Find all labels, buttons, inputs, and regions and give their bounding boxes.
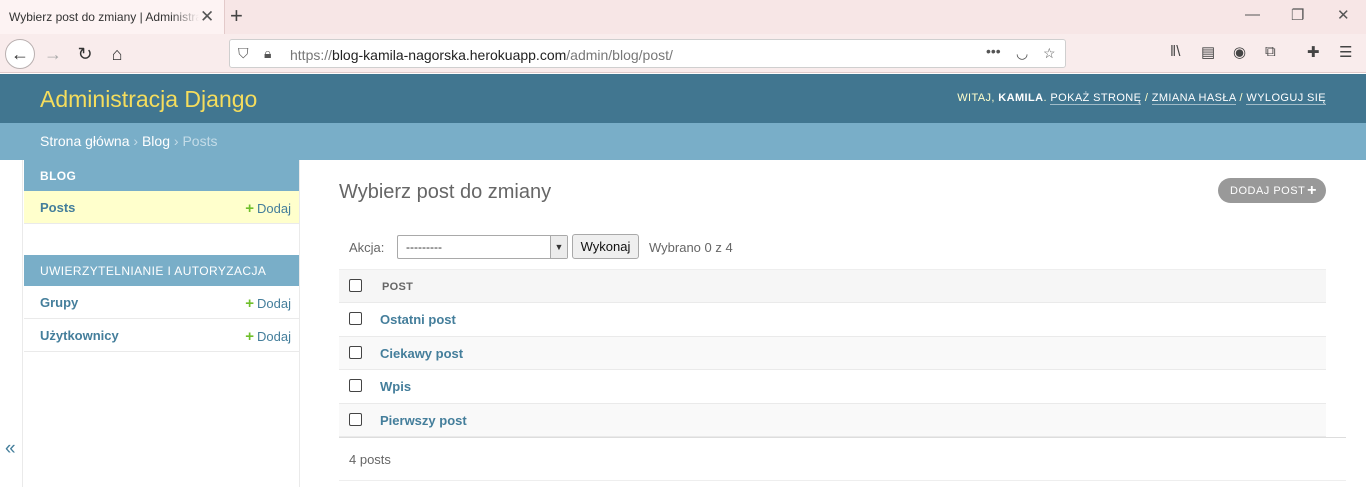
- post-link[interactable]: Pierwszy post: [380, 413, 467, 428]
- site-branding[interactable]: Administracja Django: [40, 86, 257, 113]
- table-header: Post: [339, 269, 1326, 303]
- back-icon[interactable]: ←: [5, 39, 35, 69]
- select-all-checkbox[interactable]: [349, 279, 362, 292]
- row-checkbox[interactable]: [349, 379, 362, 392]
- site-header: Administracja Django Witaj, Kamila. Poka…: [0, 74, 1366, 123]
- chevron-down-icon[interactable]: ▼: [550, 236, 567, 258]
- pocket-icon[interactable]: ◡: [1016, 45, 1028, 62]
- url-text[interactable]: https://blog-kamila-nagorska.herokuapp.c…: [290, 47, 673, 63]
- breadcrumb-home[interactable]: Strona główna: [40, 133, 130, 149]
- sidebar-icon[interactable]: ▤: [1201, 43, 1215, 61]
- sidebar-item-posts[interactable]: Posts + Dodaj: [24, 191, 299, 224]
- nav-sidebar: Blog Posts + Dodaj Uwierzytelnianie i aut…: [23, 160, 300, 487]
- new-tab-icon[interactable]: +: [230, 4, 243, 28]
- welcome-text: Witaj,: [957, 92, 999, 104]
- breadcrumb-current: Posts: [182, 133, 218, 149]
- page-actions-icon[interactable]: •••: [986, 43, 1001, 59]
- forward-icon[interactable]: →: [38, 39, 68, 69]
- logout-link[interactable]: Wyloguj się: [1246, 92, 1326, 105]
- sidebar-item-label[interactable]: Użytkownicy: [40, 328, 119, 343]
- table-row: Pierwszy post: [339, 403, 1326, 437]
- breadcrumb-app[interactable]: Blog: [142, 133, 170, 149]
- collapse-sidebar-icon[interactable]: «: [5, 438, 16, 460]
- table-row: Ciekawy post: [339, 336, 1326, 370]
- plus-icon: +: [245, 200, 255, 217]
- page-title: Wybierz post do zmiany: [339, 181, 552, 203]
- close-window-icon[interactable]: ✕: [1337, 6, 1350, 24]
- row-checkbox[interactable]: [349, 345, 362, 359]
- extensions-icon[interactable]: ✚: [1307, 43, 1320, 61]
- action-label: Akcja:: [349, 240, 385, 255]
- run-action-button[interactable]: Wykonaj: [572, 234, 639, 259]
- selection-counter: Wybrano 0 z 4: [649, 240, 733, 255]
- change-password-link[interactable]: Zmiana hasła: [1151, 92, 1237, 105]
- table-row: Ostatni post: [339, 303, 1326, 337]
- plus-icon: +: [245, 295, 255, 312]
- library-icon[interactable]: ‖\: [1170, 43, 1180, 60]
- plus-icon: +: [1307, 182, 1317, 199]
- screenshot-icon[interactable]: ⧉: [1265, 43, 1276, 60]
- browser-tab-bar: Wybierz post do zmiany | Administracja D…: [0, 0, 1366, 34]
- sidebar-item-label[interactable]: Posts: [40, 200, 75, 215]
- menu-icon[interactable]: ☰: [1339, 43, 1352, 61]
- sidebar-item-label[interactable]: Grupy: [40, 295, 78, 310]
- actions-bar: Akcja: --------- ▼ Wykonaj Wybrano 0 z 4: [339, 233, 1326, 260]
- module-caption-blog[interactable]: Blog: [24, 160, 299, 191]
- account-icon[interactable]: ◉: [1233, 43, 1246, 61]
- sidebar-toggle[interactable]: «: [0, 160, 23, 487]
- module-caption-auth[interactable]: Uwierzytelnianie i autoryzacja: [24, 255, 299, 286]
- breadcrumb: Strona główna › Blog › Posts: [0, 123, 1366, 160]
- paginator: 4 posts: [339, 437, 1346, 481]
- row-checkbox[interactable]: [349, 412, 362, 426]
- add-post-link[interactable]: + Dodaj: [245, 200, 291, 217]
- table-row: Wpis: [339, 370, 1326, 404]
- minimize-icon[interactable]: —: [1245, 6, 1260, 23]
- url-bar[interactable]: ⛉ 🔒︎ https://blog-kamila-nagorska.heroku…: [229, 39, 1066, 68]
- lock-icon[interactable]: 🔒︎: [264, 45, 271, 62]
- action-select[interactable]: --------- ▼: [397, 235, 568, 259]
- add-user-link[interactable]: + Dodaj: [245, 328, 291, 345]
- username: Kamila: [998, 92, 1044, 104]
- user-tools: Witaj, Kamila. Pokaż stronę / Zmiana has…: [957, 92, 1326, 105]
- result-list: Post Ostatni post Ciekawy post Wpis Pier…: [339, 269, 1326, 437]
- close-tab-icon[interactable]: ✕: [200, 8, 214, 25]
- post-link[interactable]: Ciekawy post: [380, 346, 463, 361]
- add-post-button[interactable]: Dodaj post +: [1218, 178, 1326, 203]
- tab-title: Wybierz post do zmiany | Administracja D…: [9, 10, 199, 24]
- tracking-shield-icon[interactable]: ⛉: [238, 45, 249, 62]
- restore-icon[interactable]: ❐: [1291, 6, 1304, 24]
- home-icon[interactable]: ⌂: [102, 39, 132, 69]
- column-header-post[interactable]: Post: [382, 281, 413, 293]
- post-link[interactable]: Ostatni post: [380, 312, 456, 327]
- row-checkbox[interactable]: [349, 312, 362, 325]
- browser-nav-bar: ← → ↻ ⌂ ⛉ 🔒︎ https://blog-kamila-nagorsk…: [0, 34, 1366, 73]
- plus-icon: +: [245, 328, 255, 345]
- browser-tab[interactable]: Wybierz post do zmiany | Administracja D…: [0, 0, 225, 34]
- post-link[interactable]: Wpis: [380, 379, 411, 394]
- view-site-link[interactable]: Pokaż stronę: [1050, 92, 1142, 105]
- add-group-link[interactable]: + Dodaj: [245, 295, 291, 312]
- sidebar-item-groups[interactable]: Grupy + Dodaj: [24, 286, 299, 319]
- reload-icon[interactable]: ↻: [70, 39, 100, 69]
- sidebar-item-users[interactable]: Użytkownicy + Dodaj: [24, 319, 299, 352]
- bookmark-star-icon[interactable]: ☆: [1043, 45, 1056, 62]
